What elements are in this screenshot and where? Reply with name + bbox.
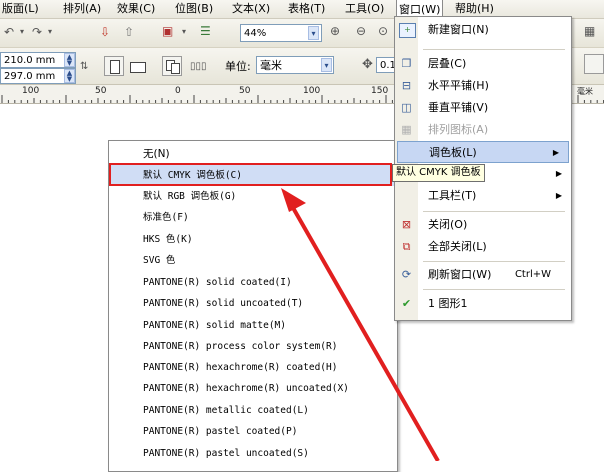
window-item-new-window[interactable]: + 新建窗口(N) — [395, 19, 571, 41]
cascade-icon: ❐ — [401, 57, 412, 70]
welcome-screen-icon[interactable]: ☰ — [200, 24, 211, 38]
window-item-close[interactable]: ⊠ 关闭(O) — [395, 214, 571, 236]
palette-item-svg[interactable]: SVG 色 — [109, 250, 397, 271]
launcher-dropdown-icon[interactable]: ▾ — [182, 25, 186, 39]
menu-text[interactable]: 文本(X) — [232, 0, 270, 18]
ruler-label: 50 — [95, 86, 107, 96]
palette-item-standard-colors[interactable]: 标准色(F) — [109, 207, 397, 228]
ruler-label: 150 — [371, 86, 389, 96]
landscape-icon[interactable] — [130, 62, 146, 73]
palette-item-default-rgb[interactable]: 默认 RGB 调色板(G) — [109, 186, 397, 207]
window-item-label: 调色板(L) — [429, 146, 477, 159]
window-item-document-1[interactable]: ✔ 1 图形1 — [395, 293, 571, 315]
shortcut-label: Ctrl+W — [514, 269, 551, 280]
zoom-tool-icon[interactable]: ⊙ — [378, 24, 388, 38]
ruler-label: 50 — [239, 86, 251, 96]
ruler-unit-label: 毫米 — [577, 87, 593, 96]
current-page-icon[interactable]: ▯▯▯ — [190, 60, 207, 74]
undo-icon[interactable]: ↶ — [4, 25, 14, 39]
palette-item-pantone-metallic-coated[interactable]: PANTONE(R) metallic coated(L) — [109, 400, 397, 421]
close-window-icon: ⊠ — [401, 218, 412, 231]
menu-separator — [423, 261, 565, 262]
undo-dropdown-icon[interactable]: ▾ — [20, 25, 24, 39]
portrait-icon — [110, 60, 120, 74]
window-item-label: 垂直平铺(V) — [428, 101, 489, 114]
palette-item-pantone-solid-matte[interactable]: PANTONE(R) solid matte(M) — [109, 315, 397, 336]
window-item-label: 关闭(O) — [428, 218, 468, 231]
palette-item-pantone-solid-coated[interactable]: PANTONE(R) solid coated(I) — [109, 272, 397, 293]
window-item-refresh[interactable]: ⟳ 刷新窗口(W) Ctrl+W — [395, 264, 571, 286]
duplicate-distance-button[interactable] — [584, 54, 604, 74]
window-item-tile-vertical[interactable]: ◫ 垂直平铺(V) — [395, 97, 571, 119]
menu-table[interactable]: 表格(T) — [288, 0, 325, 18]
menu-tools[interactable]: 工具(O) — [345, 0, 384, 18]
palette-submenu: 无(N) 默认 CMYK 调色板(C) 默认 RGB 调色板(G) 标准色(F)… — [108, 140, 398, 472]
units-dropdown-icon[interactable]: ▾ — [321, 58, 332, 72]
annotation-highlight-box — [109, 163, 392, 186]
ruler-label: 100 — [303, 86, 321, 96]
tile-horizontal-icon: ⊟ — [401, 79, 412, 92]
menu-arrange[interactable]: 排列(A) — [63, 0, 101, 18]
window-item-label: 工具栏(T) — [428, 189, 477, 202]
page-width-spinner[interactable]: ▲ ▼ — [64, 53, 75, 67]
window-item-arrange-icons: ▦ 排列图标(A) — [395, 119, 571, 141]
palette-item-none[interactable]: 无(N) — [109, 144, 397, 165]
ruler-label: 100 — [22, 86, 40, 96]
check-icon: ✔ — [401, 297, 412, 310]
menu-layout[interactable]: 版面(L) — [2, 0, 39, 18]
refresh-window-icon: ⟳ — [401, 268, 412, 281]
zoom-out-icon[interactable]: ⊖ — [356, 24, 366, 38]
ruler-label: 0 — [175, 86, 181, 96]
new-window-icon: + — [399, 23, 416, 38]
palette-item-pantone-hexachrome-uncoated[interactable]: PANTONE(R) hexachrome(R) uncoated(X) — [109, 378, 397, 399]
palette-item-pantone-process[interactable]: PANTONE(R) process color system(R) — [109, 336, 397, 357]
window-item-cascade[interactable]: ❐ 层叠(C) — [395, 53, 571, 75]
window-item-label: 1 图形1 — [428, 297, 468, 310]
window-item-label: 全部关闭(L) — [428, 240, 487, 253]
tooltip: 默认 CMYK 调色板 — [392, 164, 485, 182]
tile-vertical-icon: ◫ — [401, 101, 412, 114]
page-height-spinner[interactable]: ▲ ▼ — [64, 69, 75, 83]
window-item-label: 刷新窗口(W) — [428, 268, 492, 281]
close-all-icon: ⧉ — [402, 240, 411, 253]
all-pages-button[interactable] — [162, 56, 182, 76]
redo-dropdown-icon[interactable]: ▾ — [48, 25, 52, 39]
zoom-in-icon[interactable]: ⊕ — [330, 24, 340, 38]
palette-item-pantone-hexachrome-coated[interactable]: PANTONE(R) hexachrome(R) coated(H) — [109, 357, 397, 378]
submenu-arrow-icon: ▶ — [552, 148, 559, 157]
window-item-color-palettes[interactable]: 调色板(L) ▶ — [397, 141, 569, 163]
arrange-icons-icon: ▦ — [401, 123, 412, 136]
window-item-toolbars[interactable]: 工具栏(T) ▶ — [395, 185, 571, 207]
window-item-label: 新建窗口(N) — [428, 23, 489, 36]
menu-separator — [423, 49, 565, 50]
menu-separator — [423, 211, 565, 212]
window-item-tile-horizontal[interactable]: ⊟ 水平平铺(H) — [395, 75, 571, 97]
units-label: 单位: — [225, 60, 251, 73]
options-icon[interactable]: ▦ — [584, 24, 595, 38]
nudge-icon: ✥ — [362, 57, 373, 72]
redo-icon[interactable]: ↷ — [32, 25, 42, 39]
menu-separator — [423, 289, 565, 290]
submenu-arrow-icon: ▶ — [555, 191, 562, 200]
nudge-distance-input[interactable]: 0.1 — [376, 57, 396, 73]
submenu-arrow-icon: ▶ — [555, 169, 562, 178]
palette-item-hks[interactable]: HKS 色(K) — [109, 229, 397, 250]
palette-item-pantone-pastel-coated[interactable]: PANTONE(R) pastel coated(P) — [109, 421, 397, 442]
application-launcher-icon[interactable]: ▣ — [162, 24, 173, 38]
zoom-dropdown-icon[interactable]: ▾ — [308, 26, 319, 40]
menu-effects[interactable]: 效果(C) — [117, 0, 155, 18]
portrait-button[interactable] — [104, 56, 124, 76]
window-item-label: 排列图标(A) — [428, 123, 489, 136]
window-item-close-all[interactable]: ⧉ 全部关闭(L) — [395, 236, 571, 258]
window-item-label: 层叠(C) — [428, 57, 467, 70]
menu-bitmaps[interactable]: 位图(B) — [175, 0, 213, 18]
palette-item-pantone-solid-uncoated[interactable]: PANTONE(R) solid uncoated(T) — [109, 293, 397, 314]
lock-ratio-icon[interactable]: ⇅ — [80, 60, 88, 74]
import-icon[interactable]: ⇩ — [100, 25, 110, 39]
window-item-label: 水平平铺(H) — [428, 79, 489, 92]
export-icon[interactable]: ⇧ — [124, 25, 134, 39]
